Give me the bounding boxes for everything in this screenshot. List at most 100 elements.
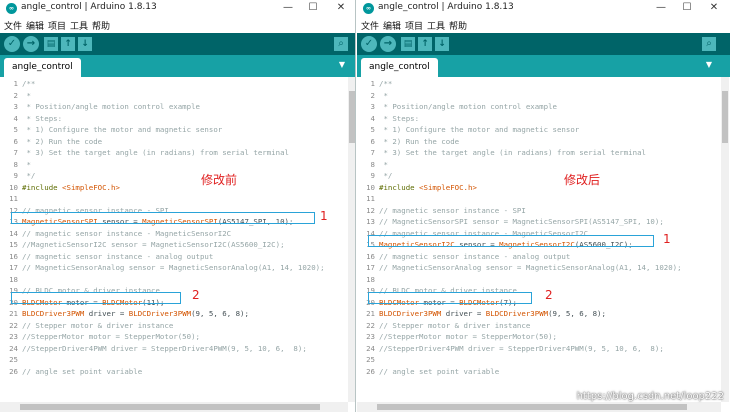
- save-icon[interactable]: ↓: [78, 37, 92, 51]
- code-editor[interactable]: 1/** 2 * 3 * Position/angle motion control…: [0, 77, 348, 402]
- code-line: 10 #include <SimpleFOC.h>: [357, 182, 477, 194]
- tab-angle-control[interactable]: angle_control: [361, 58, 438, 77]
- code-line: 8 *: [357, 159, 388, 171]
- line-number: 21: [366, 309, 375, 318]
- menu-sketch[interactable]: 项目: [405, 19, 423, 32]
- code-line: 2 *: [0, 90, 31, 102]
- vertical-scrollbar[interactable]: [348, 77, 355, 402]
- code-text: * 3) Set the target angle (in radians) f…: [379, 148, 646, 157]
- code-text: *: [22, 159, 31, 169]
- code-line: 7 * 3) Set the target angle (in radians)…: [357, 147, 646, 159]
- code-line: 5 * 1) Configure the motor and magnetic …: [0, 124, 223, 136]
- code-line: 17 // MagneticSensorAnalog sensor = Magne…: [0, 262, 325, 274]
- line-number: 1: [13, 79, 18, 88]
- horizontal-scrollbar[interactable]: [0, 402, 348, 412]
- line-number: 17: [9, 263, 18, 272]
- code-token: driver =: [441, 309, 486, 318]
- code-text: // MagneticSensorAnalog sensor = Magneti…: [22, 263, 325, 272]
- serial-monitor-icon[interactable]: ⌕: [334, 37, 348, 51]
- code-token: BLDCDriver3PWM: [485, 309, 549, 318]
- menu-help[interactable]: 帮助: [449, 19, 467, 32]
- open-icon[interactable]: ↑: [61, 37, 75, 51]
- menu-sketch[interactable]: 项目: [48, 19, 66, 32]
- code-text: */: [22, 171, 36, 180]
- line-number: 22: [9, 320, 18, 330]
- horizontal-scrollbar[interactable]: [357, 402, 721, 412]
- menu-edit[interactable]: 编辑: [383, 19, 401, 32]
- verify-icon[interactable]: ✓: [361, 36, 377, 52]
- scroll-thumb[interactable]: [20, 404, 320, 410]
- new-icon[interactable]: ▤: [44, 37, 58, 51]
- minimize-icon[interactable]: —: [280, 0, 296, 17]
- code-line: 1 /**: [0, 78, 36, 90]
- line-number: 11: [366, 194, 375, 203]
- line-number: 12: [366, 205, 375, 215]
- annotation-number-2: 2: [192, 288, 200, 302]
- code-text: * Position/angle motion control example: [379, 102, 557, 111]
- line-number: 10: [9, 182, 18, 192]
- line-number: 9: [13, 171, 18, 180]
- code-line: 21 BLDCDriver3PWM driver = BLDCDriver3PWM…: [0, 308, 249, 320]
- tab-menu-icon[interactable]: ▼: [336, 59, 348, 71]
- code-token: (9, 5, 6, 8);: [548, 309, 606, 318]
- verify-icon[interactable]: ✓: [4, 36, 20, 52]
- code-line: 4 * Steps:: [357, 113, 420, 125]
- maximize-icon[interactable]: ☐: [305, 0, 321, 17]
- code-text: *: [379, 159, 388, 169]
- tab-angle-control[interactable]: angle_control: [4, 58, 81, 77]
- line-number: 13: [366, 217, 375, 226]
- line-number: 26: [9, 366, 18, 376]
- code-text: // MagneticSensorAnalog sensor = Magneti…: [379, 263, 682, 272]
- code-text: /**: [379, 79, 393, 88]
- line-number: 23: [366, 332, 375, 341]
- code-line: 23 //StepperMotor motor = StepperMotor(50…: [0, 331, 200, 343]
- scroll-thumb[interactable]: [349, 91, 355, 143]
- code-line: 4 * Steps:: [0, 113, 63, 125]
- line-number: 26: [366, 366, 375, 376]
- code-line: 2 *: [357, 90, 388, 102]
- scroll-thumb[interactable]: [377, 404, 687, 410]
- close-icon[interactable]: ✕: [706, 0, 722, 17]
- save-icon[interactable]: ↓: [435, 37, 449, 51]
- code-text: // magnetic sensor instance - SPI: [379, 205, 526, 215]
- line-number: 21: [9, 309, 18, 318]
- new-icon[interactable]: ▤: [401, 37, 415, 51]
- open-icon[interactable]: ↑: [418, 37, 432, 51]
- close-icon[interactable]: ✕: [333, 0, 349, 17]
- upload-icon[interactable]: →: [23, 36, 39, 52]
- code-token: <SimpleFOC.h>: [419, 182, 477, 192]
- code-text: * Steps:: [22, 113, 63, 123]
- line-number: 24: [9, 343, 18, 353]
- maximize-icon[interactable]: ☐: [679, 0, 695, 17]
- vertical-scrollbar[interactable]: [721, 77, 729, 402]
- serial-monitor-icon[interactable]: ⌕: [702, 37, 716, 51]
- code-token: driver =: [84, 309, 129, 318]
- highlight-box-2: [368, 292, 532, 304]
- menu-tools[interactable]: 工具: [70, 19, 88, 32]
- line-number: 3: [13, 102, 18, 111]
- menu-file[interactable]: 文件: [4, 19, 22, 32]
- code-line: 13 // MagneticSensorSPI sensor = Magnetic…: [357, 216, 664, 228]
- code-line: 22 // Stepper motor & driver instance: [357, 320, 530, 332]
- scroll-thumb[interactable]: [722, 91, 728, 143]
- toolbar: ✓ → ▤ ↑ ↓ ⌕: [357, 33, 730, 55]
- code-text: * 2) Run the code: [22, 136, 103, 146]
- code-token: <SimpleFOC.h>: [62, 182, 120, 192]
- menu-tools[interactable]: 工具: [427, 19, 445, 32]
- code-line: 5 * 1) Configure the motor and magnetic …: [357, 124, 580, 136]
- upload-icon[interactable]: →: [380, 36, 396, 52]
- menu-edit[interactable]: 编辑: [26, 19, 44, 32]
- code-text: * 1) Configure the motor and magnetic se…: [22, 125, 223, 134]
- line-number: 3: [370, 102, 375, 111]
- minimize-icon[interactable]: —: [653, 0, 669, 17]
- menu-help[interactable]: 帮助: [92, 19, 110, 32]
- code-token: #include: [22, 182, 63, 192]
- code-line: 10 #include <SimpleFOC.h>: [0, 182, 120, 194]
- annotation-number-2: 2: [545, 288, 553, 302]
- menu-bar: 文件 编辑 项目 工具 帮助: [0, 17, 355, 33]
- code-line: 21 BLDCDriver3PWM driver = BLDCDriver3PWM…: [357, 308, 606, 320]
- tab-menu-icon[interactable]: ▼: [703, 59, 715, 71]
- line-number: 1: [370, 79, 375, 88]
- menu-file[interactable]: 文件: [361, 19, 379, 32]
- highlight-box-1: [368, 235, 654, 247]
